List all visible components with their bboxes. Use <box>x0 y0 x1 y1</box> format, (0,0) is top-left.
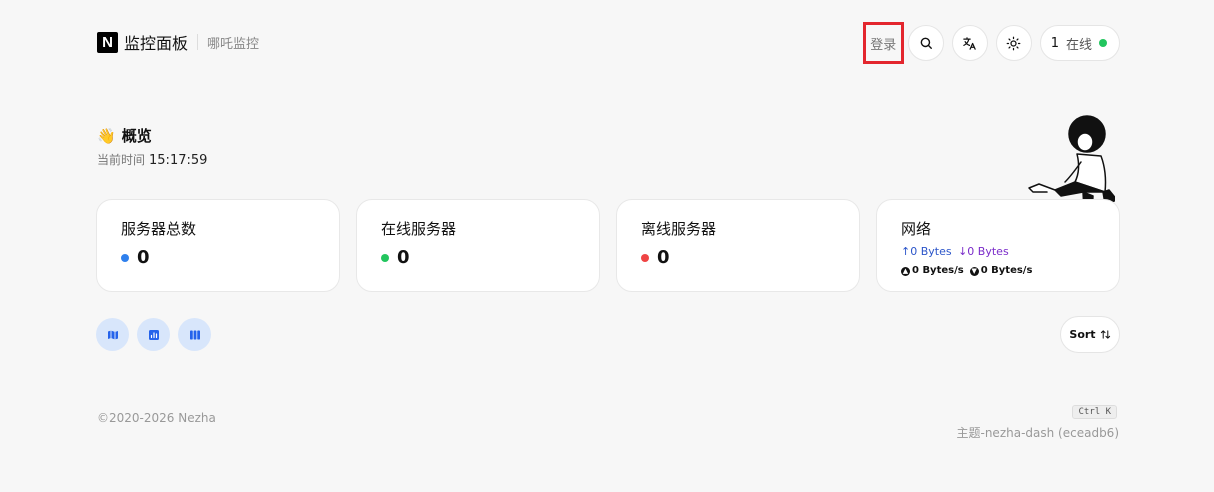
card-title: 离线服务器 <box>641 220 717 238</box>
card-value: 0 <box>397 247 410 268</box>
copyright: ©2020-2026 Nezha <box>97 411 216 425</box>
stats-cards: 服务器总数 0 在线服务器 0 离线服务器 0 网络 ↑0 Bytes ↓0 B… <box>96 199 1120 292</box>
upload-speed-icon: ▲ <box>901 267 910 276</box>
download-speed-icon: ▼ <box>969 267 979 276</box>
overview-section: 👋 概览 当前时间 15:17:59 <box>97 125 208 169</box>
grid-view-button[interactable] <box>178 318 211 351</box>
theme-toggle-button[interactable] <box>995 25 1032 61</box>
app-title: 监控面板 <box>124 34 189 53</box>
login-link[interactable]: 登录 <box>862 22 904 64</box>
online-status-dot <box>1099 39 1107 47</box>
download-speed-group: ▼ 0 Bytes/s <box>969 265 1033 276</box>
map-view-button[interactable] <box>96 318 129 351</box>
chart-icon <box>148 329 159 340</box>
upload-total: ↑0 Bytes <box>901 245 952 258</box>
translate-icon <box>963 36 976 50</box>
grid-icon <box>189 330 200 339</box>
download-speed: 0 Bytes/s <box>980 265 1033 276</box>
brand-divider <box>197 34 199 50</box>
sort-button[interactable]: Sort <box>1060 316 1120 353</box>
download-total: ↓0 Bytes <box>958 245 1009 258</box>
card-value: 0 <box>137 247 150 268</box>
online-users-badge[interactable]: 1 在线 <box>1039 25 1120 61</box>
total-servers-card[interactable]: 服务器总数 0 <box>96 199 340 292</box>
status-dot <box>641 253 649 262</box>
brand[interactable]: N 监控面板 哪吒监控 <box>97 30 259 54</box>
online-label: 在线 <box>1065 37 1092 53</box>
search-icon <box>920 37 932 49</box>
header-actions: 登录 1 在线 <box>862 22 1120 64</box>
online-servers-card[interactable]: 在线服务器 0 <box>356 199 600 292</box>
map-icon <box>107 330 118 340</box>
app-subtitle: 哪吒监控 <box>207 36 260 52</box>
sun-icon <box>1006 36 1021 50</box>
card-title: 服务器总数 <box>121 220 197 238</box>
upload-speed-group: ▲ 0 Bytes/s <box>901 265 964 276</box>
view-toggles <box>96 318 211 351</box>
nezha-logo: N <box>97 31 118 53</box>
overview-title: 概览 <box>121 127 152 145</box>
theme-info: 主题-nezha-dash (eceadb6) <box>956 426 1120 440</box>
network-card[interactable]: 网络 ↑0 Bytes ↓0 Bytes ▲ 0 Bytes/s ▼ 0 Bytes… <box>876 199 1120 292</box>
current-time-label: 当前时间 <box>97 153 146 167</box>
card-value: 0 <box>657 247 670 268</box>
sort-label: Sort <box>1069 328 1096 341</box>
online-count: 1 <box>1050 35 1059 51</box>
status-dot <box>381 253 389 262</box>
waving-hand-icon: 👋 <box>97 126 116 145</box>
current-time-value: 15:17:59 <box>149 153 208 168</box>
upload-speed: 0 Bytes/s <box>912 265 964 276</box>
status-dot <box>121 253 129 262</box>
chart-view-button[interactable] <box>137 318 170 351</box>
card-title: 网络 <box>901 220 932 238</box>
card-title: 在线服务器 <box>381 220 457 238</box>
header: N 监控面板 哪吒监控 登录 1 在线 <box>97 20 1120 64</box>
offline-servers-card[interactable]: 离线服务器 0 <box>616 199 860 292</box>
sort-arrows-icon <box>1100 330 1110 339</box>
language-button[interactable] <box>951 25 988 61</box>
search-button[interactable] <box>907 25 944 61</box>
shortcut-hint[interactable]: Ctrl K <box>1072 405 1117 419</box>
